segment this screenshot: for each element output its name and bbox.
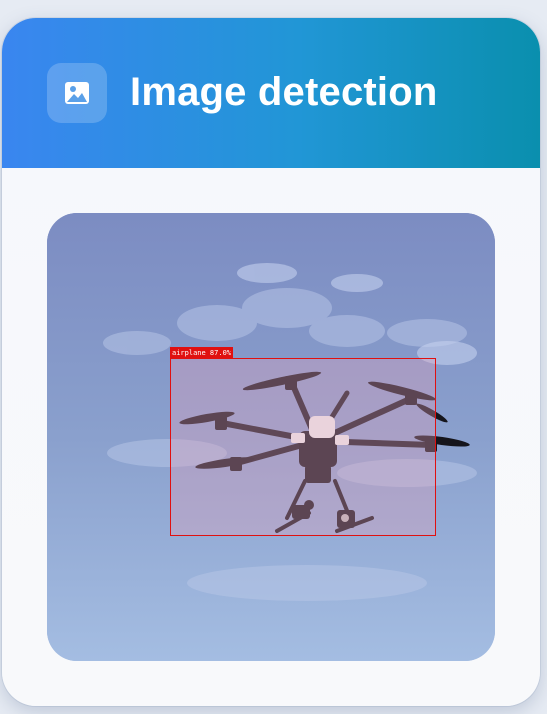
image-icon bbox=[47, 63, 107, 123]
detection-label: airplane 87.0% bbox=[170, 347, 234, 359]
page-title: Image detection bbox=[130, 70, 438, 114]
detection-bounding-box bbox=[170, 358, 436, 536]
detection-image: airplane 87.0% bbox=[47, 213, 495, 661]
image-detection-card: Image detection airplane 87.0% bbox=[2, 18, 540, 706]
card-header: Image detection bbox=[2, 18, 540, 168]
